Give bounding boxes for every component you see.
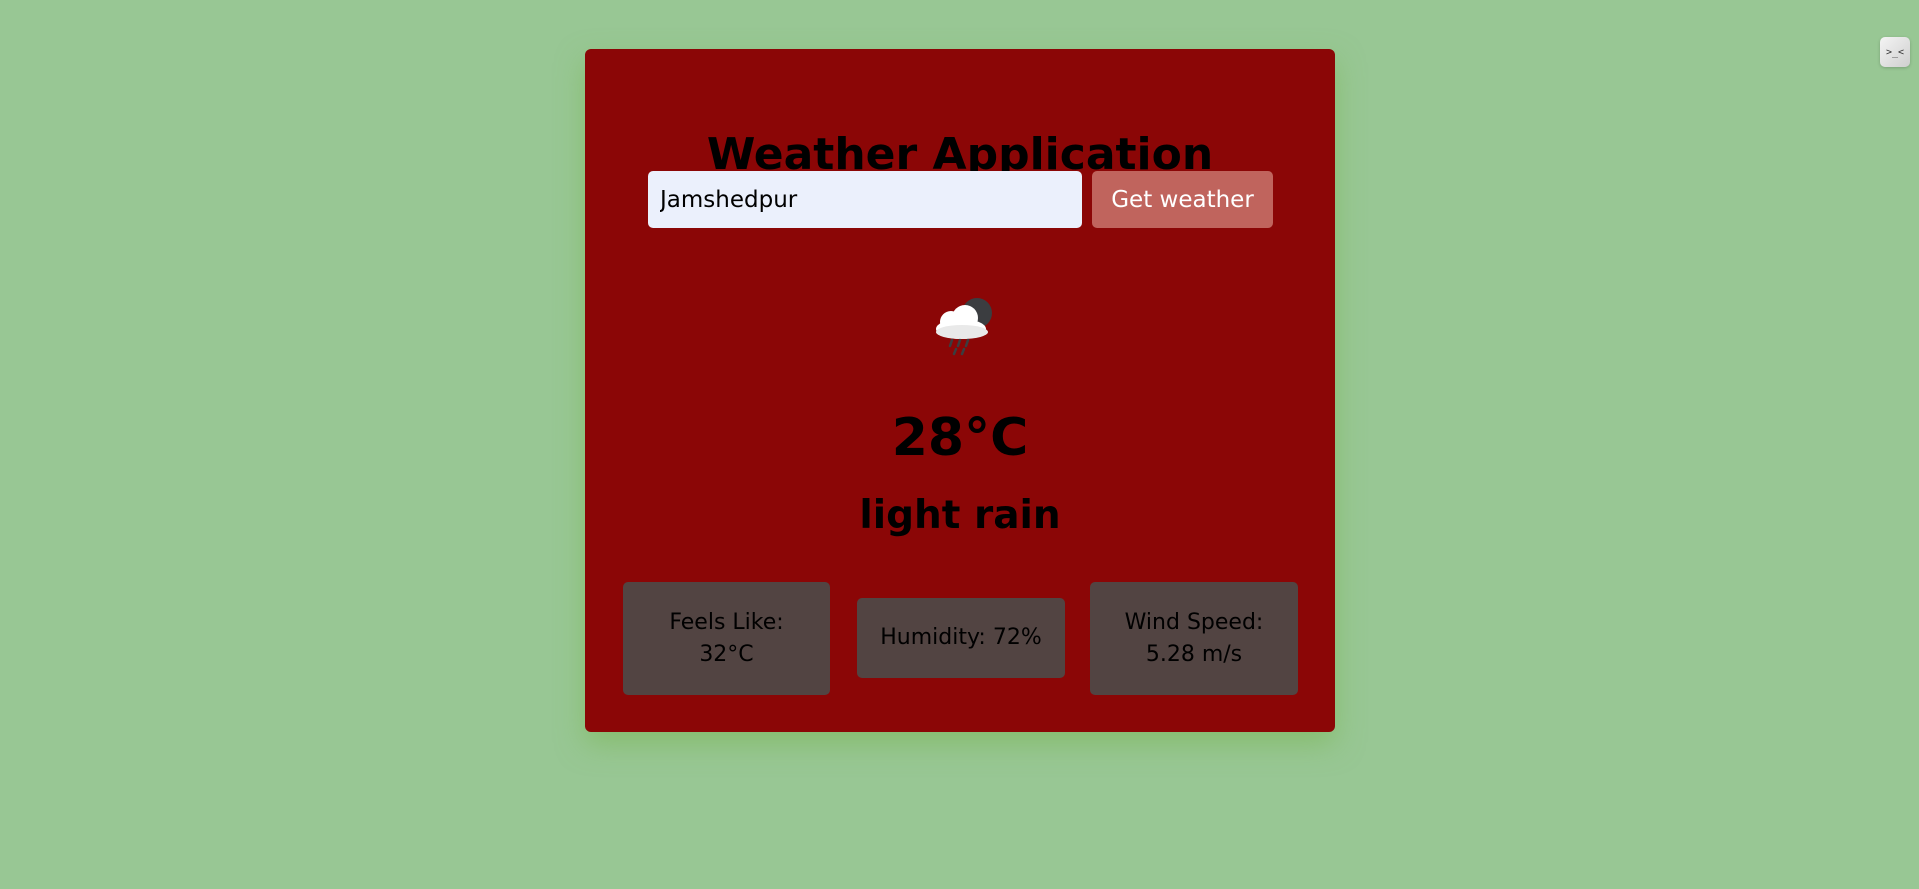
cloud-rain-moon-icon <box>925 289 1001 361</box>
feels-like-value: 32°C <box>699 641 754 667</box>
wind-speed-box: Wind Speed: 5.28 m/s <box>1090 582 1298 695</box>
city-search-input[interactable] <box>648 171 1082 228</box>
feels-like-label: Feels Like: <box>669 609 784 635</box>
search-row: Get weather <box>648 171 1273 228</box>
weather-description: light rain <box>859 493 1061 538</box>
wind-speed-label: Wind Speed: <box>1124 609 1264 635</box>
get-weather-button[interactable]: Get weather <box>1092 171 1273 228</box>
weather-card: Weather Application Get weather 28°C lig… <box>585 49 1335 732</box>
humidity-text: Humidity: 72% <box>880 625 1042 650</box>
temperature-value: 28°C <box>891 408 1029 468</box>
feels-like-box: Feels Like: 32°C <box>623 582 830 695</box>
humidity-box: Humidity: 72% <box>857 598 1065 678</box>
extension-icon[interactable]: >_< <box>1880 37 1910 67</box>
wind-speed-value: 5.28 m/s <box>1145 641 1243 667</box>
